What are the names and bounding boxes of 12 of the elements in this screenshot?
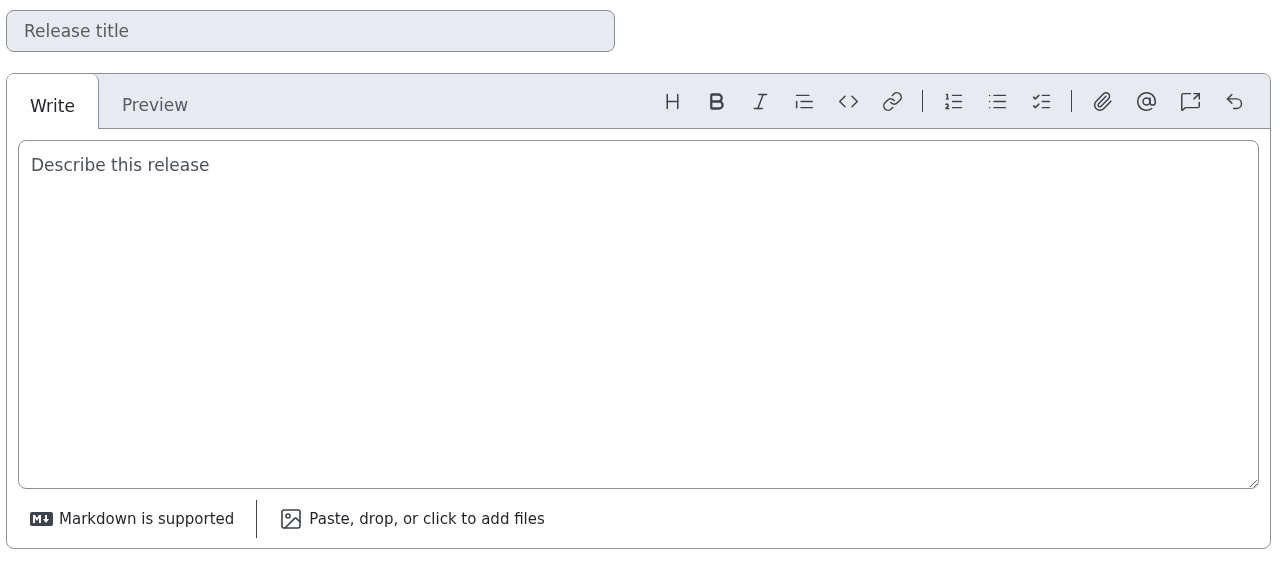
- markdown-note: Markdown is supported: [59, 509, 235, 528]
- description-field[interactable]: Describe this release: [18, 140, 1259, 489]
- attach-files-link[interactable]: Paste, drop, or click to add files: [309, 509, 545, 528]
- link-icon: [881, 90, 903, 112]
- editor-tab[interactable]: Write: [7, 74, 99, 129]
- editor-tab[interactable]: Preview: [99, 74, 211, 128]
- comment-share-icon: [1179, 90, 1201, 112]
- release-title-field[interactable]: Release title: [6, 10, 615, 52]
- markdown-icon: [30, 511, 53, 526]
- image-icon: [279, 506, 304, 531]
- mention-icon: [1135, 90, 1157, 112]
- paperclip-icon: [1091, 90, 1113, 112]
